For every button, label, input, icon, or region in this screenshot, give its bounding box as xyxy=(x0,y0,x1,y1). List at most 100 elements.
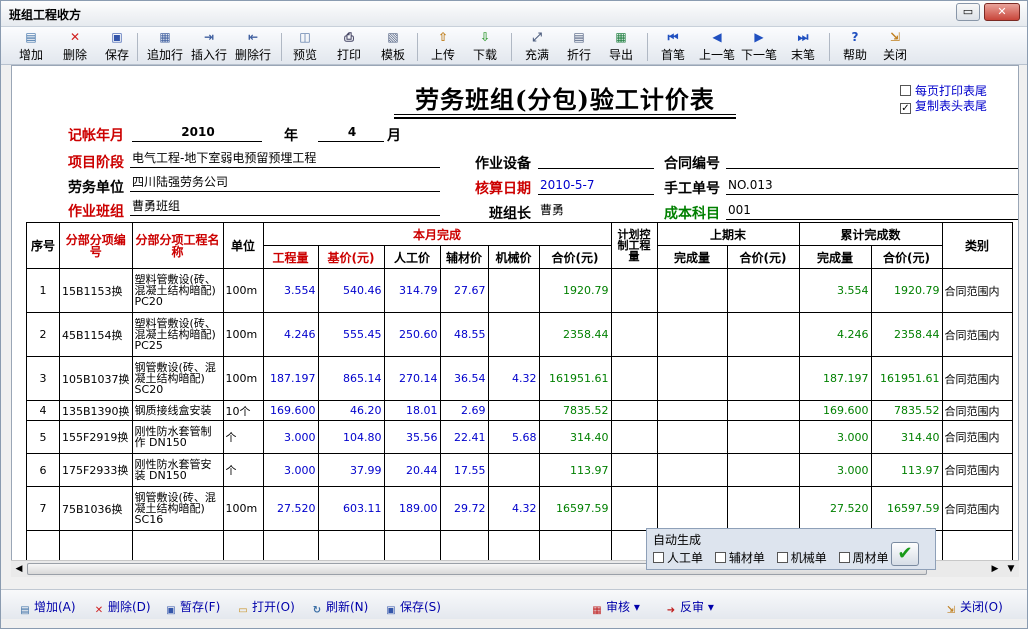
cell-empty[interactable] xyxy=(222,530,264,561)
cell-base[interactable]: 865.14 xyxy=(317,356,385,401)
cell-pqty[interactable] xyxy=(656,486,728,531)
delete-button[interactable]: ✕ 删除 xyxy=(57,29,93,63)
bottom-unaudit-button[interactable]: ➜ 反审 ▾ xyxy=(665,598,714,617)
print-button[interactable]: ⎙ 打印 xyxy=(331,29,367,63)
manual-no-field[interactable]: NO.013 xyxy=(726,177,1018,195)
cell-name[interactable]: 钢管敷设(砖、混凝土结构暗配) SC16 xyxy=(131,486,224,531)
fill-button[interactable]: ⤢ 充满 xyxy=(519,29,555,63)
cell-labor[interactable]: 18.01 xyxy=(383,400,441,421)
leader-field[interactable]: 曹勇 xyxy=(538,202,654,220)
cell-labor[interactable]: 250.60 xyxy=(383,312,441,357)
cell-plan[interactable] xyxy=(610,420,658,454)
cell-base[interactable]: 37.99 xyxy=(317,453,385,487)
cell-plan[interactable] xyxy=(610,312,658,357)
cell-ptotal[interactable] xyxy=(726,400,800,421)
cell-total[interactable]: 161951.61 xyxy=(538,356,612,401)
cell-aux[interactable]: 2.69 xyxy=(439,400,489,421)
next-button[interactable]: ▶ 下一笔 xyxy=(737,29,781,63)
year-field[interactable]: 2010 xyxy=(132,124,262,142)
cell-unit[interactable]: 个 xyxy=(222,453,264,487)
cell-pqty[interactable] xyxy=(656,268,728,313)
cell-qty[interactable]: 3.000 xyxy=(262,453,319,487)
cell-mech[interactable] xyxy=(487,453,540,487)
labor-unit-field[interactable]: 四川陆强劳务公司 xyxy=(130,174,440,192)
restore-button[interactable]: ▭ xyxy=(956,3,980,21)
cell-plan[interactable] xyxy=(610,400,658,421)
fold-button[interactable]: ▤ 折行 xyxy=(561,29,597,63)
cell-name[interactable]: 塑料管敷设(砖、混凝土结构暗配) PC25 xyxy=(131,312,224,357)
cell-base[interactable]: 603.11 xyxy=(317,486,385,531)
cell-plan[interactable] xyxy=(610,356,658,401)
template-button[interactable]: ▧ 模板 xyxy=(375,29,411,63)
table-row[interactable]: 7 75B1036换 钢管敷设(砖、混凝土结构暗配) SC16 100m 27.520 6… xyxy=(26,486,1013,531)
table-row[interactable]: 2 45B1154换 塑料管敷设(砖、混凝土结构暗配) PC25 100m 4.246 5… xyxy=(26,312,1013,357)
cell-empty[interactable] xyxy=(317,530,385,561)
project-stage-field[interactable]: 电气工程-地下室弱电预留预埋工程 xyxy=(130,150,440,168)
cell-unit[interactable]: 个 xyxy=(222,420,264,454)
save-button[interactable]: ▣ 保存 xyxy=(99,29,135,63)
cell-aux[interactable]: 22.41 xyxy=(439,420,489,454)
cell-ctotal[interactable]: 16597.59 xyxy=(870,486,943,531)
scroll-left-icon[interactable]: ◀ xyxy=(13,563,25,575)
cell-qty[interactable]: 187.197 xyxy=(262,356,319,401)
cell-qty[interactable]: 4.246 xyxy=(262,312,319,357)
cell-pqty[interactable] xyxy=(656,356,728,401)
cell-code[interactable]: 105B1037换 xyxy=(59,356,133,401)
cell-qty[interactable]: 3.000 xyxy=(262,420,319,454)
table-row[interactable]: 6 175F2933换 刚性防水套管安装 DN150 个 3.000 37.99 20.44… xyxy=(26,453,1013,487)
cell-ptotal[interactable] xyxy=(726,312,800,357)
cell-seq[interactable]: 7 xyxy=(26,486,60,531)
bottom-open-button[interactable]: ▭ 打开(O) xyxy=(237,598,295,617)
cell-code[interactable]: 45B1154换 xyxy=(59,312,133,357)
cell-code[interactable]: 75B1036换 xyxy=(59,486,133,531)
scroll-down-icon[interactable]: ▼ xyxy=(1005,563,1017,575)
table-row[interactable]: 5 155F2919换 刚性防水套管制作 DN150 个 3.000 104.80 35.5… xyxy=(26,420,1013,454)
first-button[interactable]: ⏮ 首笔 xyxy=(655,29,691,63)
cell-base[interactable]: 555.45 xyxy=(317,312,385,357)
cell-empty[interactable] xyxy=(131,530,224,561)
cell-empty[interactable] xyxy=(59,530,133,561)
cell-type[interactable]: 合同范围内 xyxy=(941,356,1013,401)
cell-mech[interactable] xyxy=(487,312,540,357)
close-button[interactable]: ✕ xyxy=(984,3,1020,21)
cell-pqty[interactable] xyxy=(656,400,728,421)
bottom-refresh-button[interactable]: ↻ 刷新(N) xyxy=(311,598,369,617)
cell-plan[interactable] xyxy=(610,453,658,487)
cell-code[interactable]: 175F2933换 xyxy=(59,453,133,487)
cell-empty[interactable] xyxy=(383,530,441,561)
cell-ptotal[interactable] xyxy=(726,486,800,531)
cell-empty[interactable] xyxy=(26,530,60,561)
cell-name[interactable]: 刚性防水套管制作 DN150 xyxy=(131,420,224,454)
cell-ctotal[interactable]: 7835.52 xyxy=(870,400,943,421)
cell-pqty[interactable] xyxy=(656,312,728,357)
cell-ctotal[interactable]: 2358.44 xyxy=(870,312,943,357)
cell-total[interactable]: 16597.59 xyxy=(538,486,612,531)
labor-sheet-checkbox[interactable]: 人工单 xyxy=(653,551,707,565)
cell-labor[interactable]: 270.14 xyxy=(383,356,441,401)
cell-pqty[interactable] xyxy=(656,420,728,454)
cell-type[interactable]: 合同范围内 xyxy=(941,420,1013,454)
cell-seq[interactable]: 4 xyxy=(26,400,60,421)
cell-type[interactable]: 合同范围内 xyxy=(941,486,1013,531)
insert-row-button[interactable]: ⇥ 插入行 xyxy=(187,29,231,63)
cell-plan[interactable] xyxy=(610,486,658,531)
cell-ptotal[interactable] xyxy=(726,268,800,313)
bottom-close-button[interactable]: ⇲ 关闭(O) xyxy=(945,598,1003,617)
cell-empty[interactable] xyxy=(262,530,319,561)
bottom-add-button[interactable]: ▤ 增加(A) xyxy=(19,598,75,617)
bottom-delete-button[interactable]: ✕ 删除(D) xyxy=(93,598,151,617)
cell-cqty[interactable]: 169.600 xyxy=(798,400,872,421)
cell-labor[interactable]: 189.00 xyxy=(383,486,441,531)
cell-base[interactable]: 46.20 xyxy=(317,400,385,421)
table-row[interactable]: 1 15B1153换 塑料管敷设(砖、混凝土结构暗配) PC20 100m 3.554 5… xyxy=(26,268,1013,313)
cell-code[interactable]: 155F2919换 xyxy=(59,420,133,454)
cell-code[interactable]: 15B1153换 xyxy=(59,268,133,313)
help-button[interactable]: ? 帮助 xyxy=(837,29,873,63)
cell-seq[interactable]: 2 xyxy=(26,312,60,357)
cell-total[interactable]: 7835.52 xyxy=(538,400,612,421)
mech-sheet-checkbox[interactable]: 机械单 xyxy=(776,551,831,565)
confirm-button[interactable]: ✔ xyxy=(891,542,919,566)
download-button[interactable]: ⇩ 下载 xyxy=(467,29,503,63)
cell-type[interactable]: 合同范围内 xyxy=(941,400,1013,421)
preview-button[interactable]: ◫ 预览 xyxy=(287,29,323,63)
